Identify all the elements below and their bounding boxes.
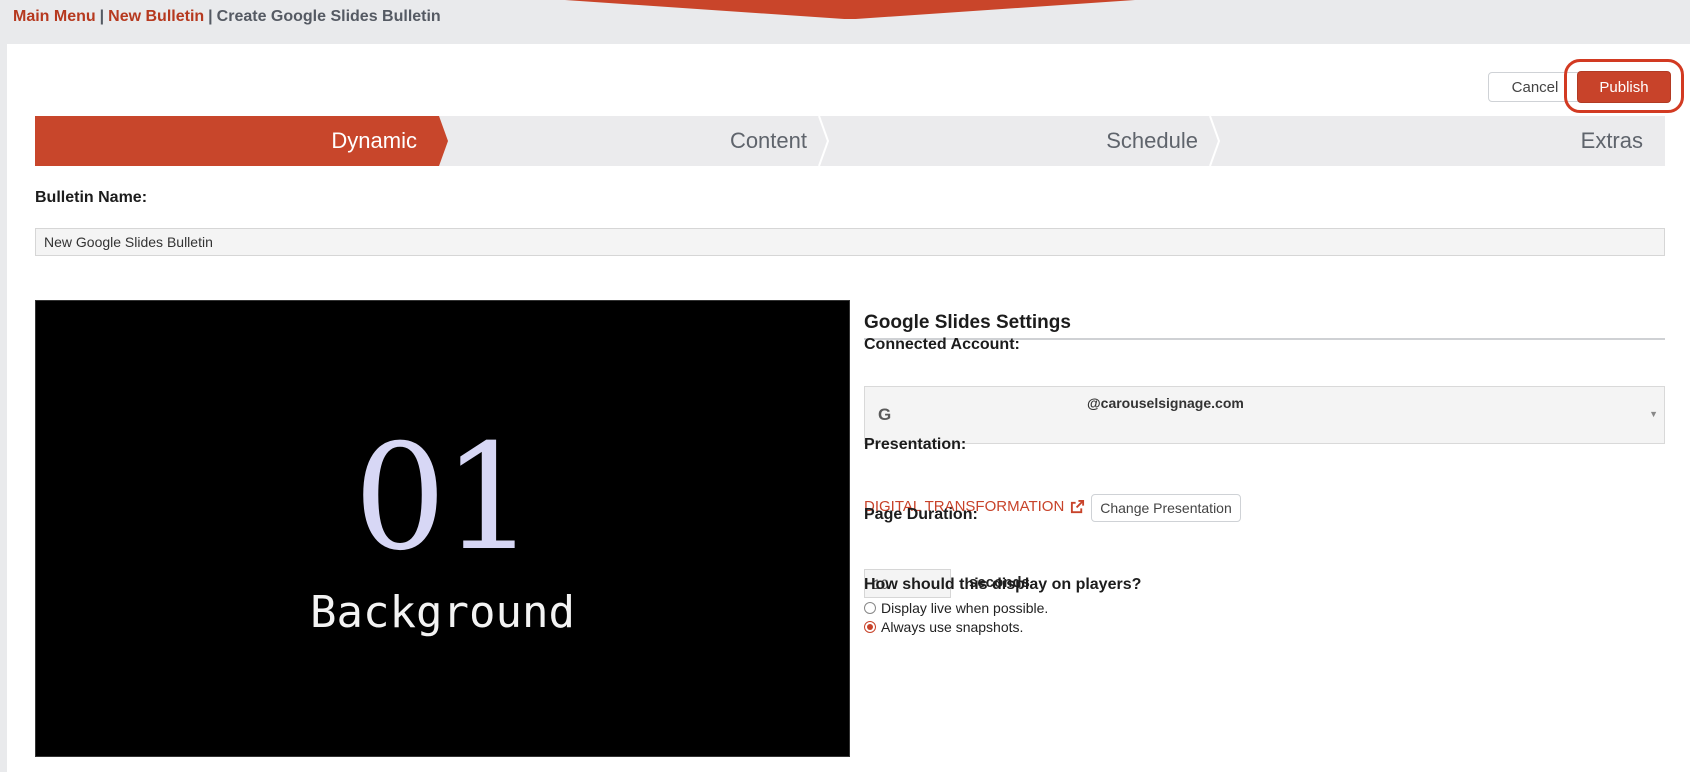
breadcrumb-main-menu[interactable]: Main Menu [13, 8, 96, 25]
caret-down-icon: ▼ [1649, 409, 1658, 419]
radio-label: Display live when possible. [881, 600, 1049, 616]
external-link-icon [1071, 499, 1085, 514]
top-bar: Main Menu | New Bulletin | Create Google Sli… [0, 0, 1690, 44]
step-extras[interactable]: Extras [1222, 116, 1665, 166]
step-label: Schedule [1106, 128, 1198, 153]
step-divider [1208, 116, 1222, 166]
breadcrumb-current: Create Google Slides Bulletin [216, 8, 441, 25]
use-snapshots-option[interactable]: Always use snapshots. [864, 619, 1023, 635]
display-mode-question: How should this display on players? [864, 576, 1142, 593]
step-divider [817, 116, 831, 166]
connected-account-label: Connected Account: [864, 336, 1020, 353]
radio-button[interactable] [864, 621, 876, 633]
breadcrumb-new-bulletin[interactable]: New Bulletin [108, 8, 204, 25]
account-email: @carouselsignage.com [1087, 395, 1244, 411]
top-accent-decoration [565, 0, 1135, 19]
step-content[interactable]: Content [449, 116, 823, 166]
breadcrumb: Main Menu | New Bulletin | Create Google Sli… [13, 8, 441, 26]
radio-button[interactable] [864, 602, 876, 614]
step-label: Dynamic [331, 128, 417, 153]
step-label: Content [729, 128, 807, 153]
step-schedule[interactable]: Schedule [831, 116, 1214, 166]
page-duration-label: Page Duration: [864, 506, 978, 523]
breadcrumb-separator: | [208, 8, 213, 25]
change-presentation-button[interactable]: Change Presentation [1091, 494, 1241, 522]
slide-number: 01 [353, 413, 536, 583]
google-icon: G [878, 405, 892, 424]
presentation-label: Presentation: [864, 436, 967, 453]
settings-title: Google Slides Settings [864, 312, 1071, 333]
main-panel: Cancel Publish Dynamic Content Schedule … [7, 44, 1690, 772]
radio-label: Always use snapshots. [881, 619, 1024, 635]
breadcrumb-separator: | [99, 8, 105, 25]
bulletin-name-label: Bulletin Name: [35, 189, 148, 206]
slide-title: Background [310, 587, 575, 638]
bulletin-name-input[interactable] [35, 228, 1665, 256]
display-live-option[interactable]: Display live when possible. [864, 600, 1048, 616]
wizard-steps: Dynamic Content Schedule Extras [35, 116, 1665, 166]
publish-button[interactable]: Publish [1577, 71, 1671, 103]
slide-preview: 01 Background [35, 300, 850, 757]
step-dynamic[interactable]: Dynamic [35, 116, 448, 166]
connected-account-select[interactable]: G @carouselsignage.com ▼ [864, 386, 1665, 444]
step-label: Extras [1580, 128, 1643, 153]
